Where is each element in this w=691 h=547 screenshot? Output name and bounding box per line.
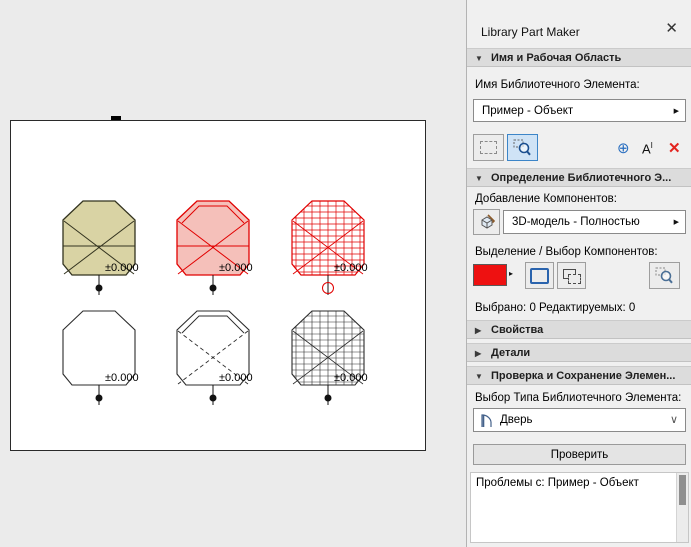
object-drawing (170, 306, 260, 410)
object-drawing (56, 306, 146, 410)
scrollbar[interactable] (676, 473, 688, 542)
close-icon[interactable]: ✕ (665, 21, 678, 36)
dimension-label: ±0.000 (334, 262, 368, 274)
section-header-label: Определение Библиотечного Э... (491, 172, 671, 184)
object-drawing (56, 196, 146, 300)
magnifier-icon (655, 267, 674, 284)
magnifier-icon (513, 139, 532, 156)
section-header-label: Детали (491, 347, 530, 359)
element-name-value: Пример - Объект (482, 105, 573, 117)
selection-label: Выделение / Выбор Компонентов: (475, 246, 658, 258)
dimension-label: ±0.000 (334, 372, 368, 384)
object-drawing (285, 196, 375, 300)
popup-arrow-icon: ▶ (674, 218, 679, 226)
object-mesh-black[interactable]: ±0.000 (285, 306, 385, 410)
component-tool-button[interactable] (473, 209, 500, 235)
zoom-button[interactable] (649, 262, 680, 289)
add-components-label: Добавление Компонентов: (475, 193, 617, 205)
library-part-maker-panel: Library Part Maker ✕ ▼ Имя и Рабочая Обл… (466, 0, 691, 547)
boundary-select-button[interactable] (525, 262, 554, 289)
dimension-label: ±0.000 (219, 372, 253, 384)
section-header-label: Проверка и Сохранение Элемен... (491, 370, 675, 382)
element-type-label: Выбор Типа Библиотечного Элемента: (475, 392, 681, 404)
add-icon[interactable]: ⊕ (617, 139, 630, 157)
section-header-properties[interactable]: ▶ Свойства (467, 320, 691, 339)
caret-down-icon: ▼ (475, 169, 483, 188)
dimension-label: ±0.000 (219, 262, 253, 274)
object-shaded-khaki[interactable]: ±0.000 (56, 196, 156, 300)
object-drawing (285, 306, 375, 410)
check-button[interactable]: Проверить (473, 444, 686, 465)
component-mode-field[interactable]: 3D-модель - Полностью ▶ (503, 210, 686, 234)
panel-title: Library Part Maker (481, 25, 580, 39)
problems-text: Проблемы с: Пример - Объект (476, 477, 639, 489)
popup-arrow-icon: ▶ (674, 107, 679, 115)
section-header-label: Имя и Рабочая Область (491, 52, 621, 64)
drawing-canvas[interactable]: ±0.000 ±0.000 (10, 120, 426, 451)
cube-edit-icon (478, 213, 496, 231)
element-name-field[interactable]: Пример - Объект ▶ (473, 99, 686, 122)
text-style-icon[interactable]: AI (642, 141, 653, 156)
scrollbar-thumb[interactable] (679, 475, 686, 505)
element-type-value: Дверь (500, 414, 533, 426)
element-type-select[interactable]: Дверь ∨ (473, 408, 686, 432)
object-outline[interactable]: ±0.000 (56, 306, 156, 410)
dimension-label: ±0.000 (105, 372, 139, 384)
chevron-down-icon: ∨ (670, 413, 678, 426)
section-header-definition[interactable]: ▼ Определение Библиотечного Э... (467, 168, 691, 187)
caret-right-icon: ▶ (475, 344, 481, 363)
zoom-select-mode-button[interactable] (507, 134, 538, 161)
marquee-mode-button[interactable] (473, 134, 504, 161)
caret-right-icon: ▶ (475, 321, 481, 340)
section-header-name-area[interactable]: ▼ Имя и Рабочая Область (467, 48, 691, 67)
object-mesh-red[interactable]: ±0.000 (285, 196, 385, 300)
check-button-label: Проверить (551, 449, 609, 461)
color-swatch[interactable] (473, 264, 507, 286)
object-drawing (170, 196, 260, 300)
swatch-arrow-icon[interactable]: ▸ (509, 269, 513, 278)
dimension-label: ±0.000 (105, 262, 139, 274)
delete-icon[interactable]: ✕ (668, 139, 681, 157)
overlap-select-button[interactable] (557, 262, 586, 289)
boundary-icon (530, 268, 549, 284)
door-icon (480, 413, 494, 429)
caret-down-icon: ▼ (475, 49, 483, 68)
caret-down-icon: ▼ (475, 367, 483, 386)
section-header-label: Свойства (491, 324, 543, 336)
problems-list[interactable]: Проблемы с: Пример - Объект (470, 472, 689, 543)
element-name-label: Имя Библиотечного Элемента: (475, 79, 640, 91)
overlap-icon (563, 269, 581, 283)
app-window: ±0.000 ±0.000 (0, 0, 691, 547)
section-header-details[interactable]: ▶ Детали (467, 343, 691, 362)
selection-status: Выбрано: 0 Редактируемых: 0 (475, 302, 635, 314)
object-dashed-wireframe[interactable]: ±0.000 (170, 306, 270, 410)
object-shaded-red[interactable]: ±0.000 (170, 196, 270, 300)
section-header-check-save[interactable]: ▼ Проверка и Сохранение Элемен... (467, 366, 691, 385)
component-mode-value: 3D-модель - Полностью (512, 216, 640, 228)
marquee-icon (480, 141, 497, 154)
